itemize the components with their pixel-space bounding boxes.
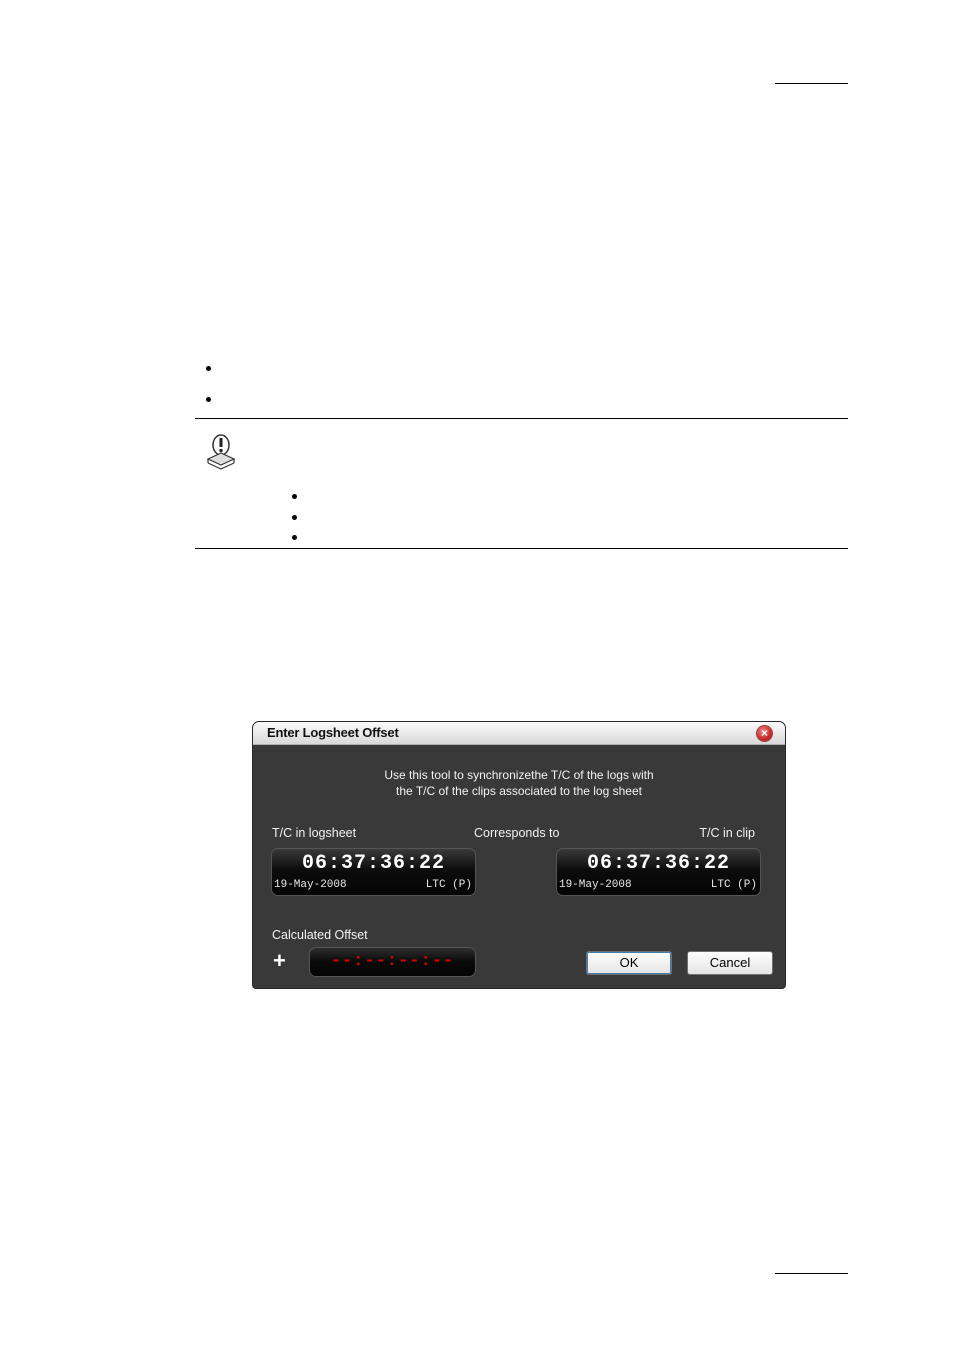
intro-line-1: Use this tool to synchronizethe T/C of t… [384, 768, 654, 782]
cancel-button[interactable]: Cancel [687, 951, 773, 975]
footer-rule [775, 1273, 848, 1274]
offset-display: --:--:--:-- [310, 948, 475, 976]
header-rule [775, 83, 848, 84]
tc-clip-label: T/C in clip [699, 826, 755, 840]
tc-clip-date: 19-May-2008 [559, 879, 632, 891]
offset-value: --:--:--:-- [330, 952, 455, 971]
tc-logsheet-time: 06:37:36:22 [301, 852, 446, 875]
offset-sign: + [273, 948, 286, 973]
close-button[interactable]: × [757, 726, 772, 741]
bullet-1 [206, 366, 211, 371]
tc-logsheet-display[interactable]: 06:37:36:22 19-May-2008 LTC (P) [272, 849, 475, 895]
logsheet-offset-dialog: Enter Logsheet Offset × Use this tool to… [253, 722, 785, 988]
tc-clip-time: 06:37:36:22 [586, 852, 731, 875]
bullet-2 [206, 397, 211, 402]
tc-clip-type: LTC (P) [710, 879, 757, 891]
dialog-title: Enter Logsheet Offset [267, 725, 399, 740]
tc-logsheet-date: 19-May-2008 [274, 879, 347, 891]
corresponds-to-label: Corresponds to [474, 826, 560, 840]
note-top-rule [195, 418, 848, 419]
note-warning-icon [206, 434, 236, 470]
tc-logsheet-type: LTC (P) [425, 879, 472, 891]
note-bullet-2 [292, 515, 297, 520]
note-bullet-3 [292, 535, 297, 540]
close-icon: × [760, 726, 768, 740]
tc-clip-display[interactable]: 06:37:36:22 19-May-2008 LTC (P) [557, 849, 760, 895]
tc-logsheet-label: T/C in logsheet [272, 826, 357, 840]
note-bullet-1 [292, 494, 297, 499]
dialog-intro: Use this tool to synchronizethe T/C of t… [253, 767, 785, 799]
ok-button[interactable]: OK [586, 951, 672, 975]
dialog-titlebar: Enter Logsheet Offset × [253, 722, 785, 745]
calculated-offset-label: Calculated Offset [272, 928, 368, 942]
intro-line-2: the T/C of the clips associated to the l… [396, 784, 642, 798]
note-bottom-rule [195, 548, 848, 549]
